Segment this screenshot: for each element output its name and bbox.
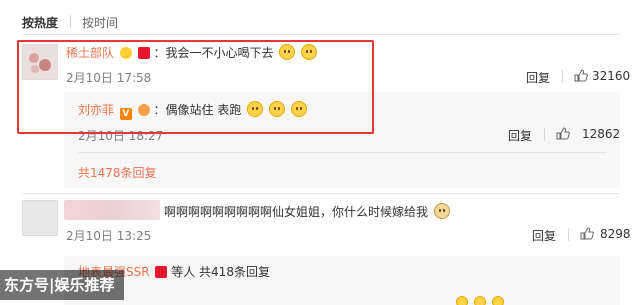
like-count: 8298 (600, 227, 631, 241)
reply-divider (78, 152, 606, 153)
more-replies-link[interactable]: 共1478条回复 (78, 164, 157, 181)
avatar[interactable] (22, 200, 58, 236)
thumbs-up-icon[interactable] (574, 69, 588, 82)
like-count: 32160 (592, 69, 631, 83)
laugh-emoji-icon (456, 296, 468, 305)
highlight-box (17, 40, 374, 134)
blurred-username (64, 200, 160, 220)
thumbs-up-icon[interactable] (580, 227, 594, 240)
sort-by-time-tab[interactable]: 按时间 (82, 14, 118, 31)
reply-button[interactable]: 回复 (526, 69, 550, 86)
sort-separator (70, 15, 71, 28)
reply-button[interactable]: 回复 (508, 127, 532, 144)
watermark: 东方号|娱乐推荐 (0, 270, 125, 300)
comment-time: 2月10日 13:25 (66, 229, 152, 243)
thumbs-up-icon[interactable] (556, 127, 570, 140)
vip-badge-icon (155, 266, 168, 278)
comment-line: 啊啊啊啊啊啊啊啊啊仙女姐姐，你什么时候嫁给我 (164, 203, 450, 220)
like-count: 12862 (582, 127, 621, 141)
cat-emoji-icon (433, 203, 450, 219)
action-separator (544, 128, 545, 141)
comment-divider (22, 193, 620, 194)
laugh-emoji-icon (492, 296, 504, 305)
action-separator (562, 70, 563, 83)
sort-bar: 按热度 按时间 (0, 0, 640, 35)
laugh-emoji-icon (474, 296, 486, 305)
action-separator (568, 228, 569, 241)
comment-text: 啊啊啊啊啊啊啊啊啊仙女姐姐，你什么时候嫁给我 (164, 205, 429, 219)
sort-divider (22, 34, 620, 35)
reply-summary-text[interactable]: 等人 共418条回复 (171, 265, 270, 279)
sort-by-hot-tab[interactable]: 按热度 (22, 14, 58, 31)
reply-button[interactable]: 回复 (532, 227, 556, 244)
